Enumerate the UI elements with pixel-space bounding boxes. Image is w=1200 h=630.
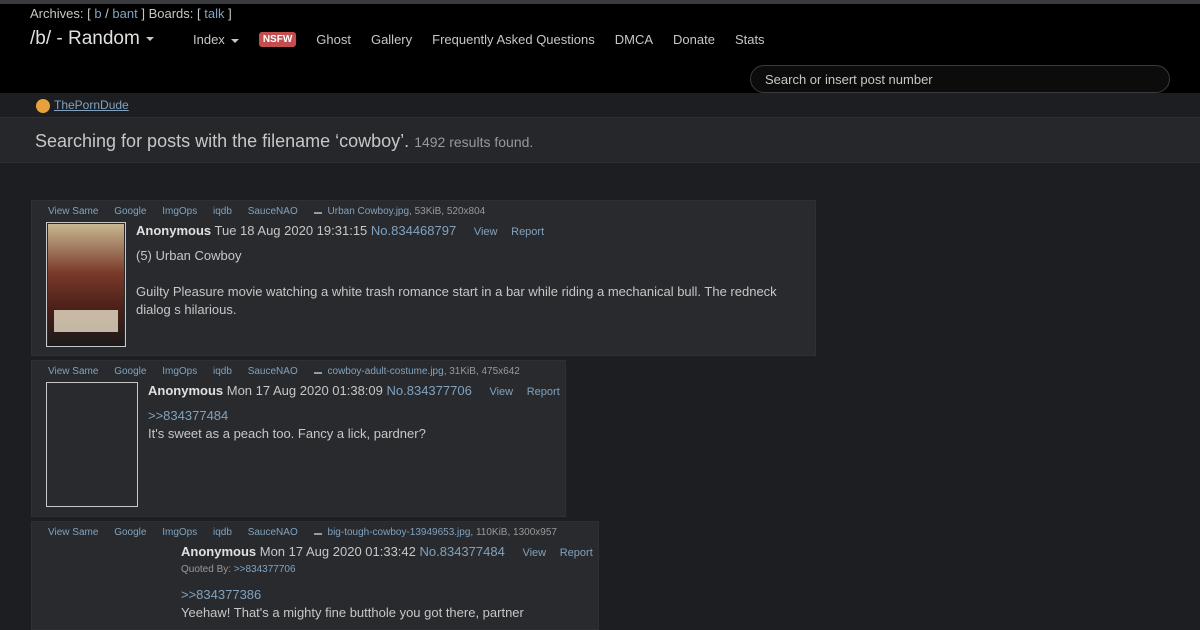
nav-menu: Index NSFW Ghost Gallery Frequently Aske…	[193, 32, 785, 47]
imgops-link[interactable]: ImgOps	[162, 206, 197, 217]
board-title: /b/ - Random	[30, 28, 140, 49]
nav-index-dropdown[interactable]: Index	[193, 32, 239, 47]
file-links: View Same Google ImgOps iqdb SauceNAO Ur…	[48, 206, 485, 217]
download-icon[interactable]	[313, 527, 322, 535]
post-date: Mon 17 Aug 2020 01:38:09	[226, 383, 383, 398]
post-info: Anonymous Tue 18 Aug 2020 19:31:15 No.83…	[136, 223, 544, 238]
archive-bant-link[interactable]: bant	[112, 6, 137, 21]
poster-name: Anonymous	[136, 223, 212, 238]
saucenao-link[interactable]: SauceNAO	[248, 206, 298, 217]
post-date: Mon 17 Aug 2020 01:33:42	[259, 544, 416, 559]
google-link[interactable]: Google	[114, 206, 146, 217]
search-input[interactable]	[750, 65, 1170, 93]
view-same-link[interactable]: View Same	[48, 206, 98, 217]
archive-b-link[interactable]: b	[94, 6, 101, 21]
post: View Same Google ImgOps iqdb SauceNAO co…	[31, 360, 566, 517]
view-link[interactable]: View	[489, 386, 513, 398]
view-same-link[interactable]: View Same	[48, 366, 98, 377]
nav-donate[interactable]: Donate	[673, 32, 715, 47]
nav-faq[interactable]: Frequently Asked Questions	[432, 32, 595, 47]
nav-ghost[interactable]: Ghost	[316, 32, 351, 47]
nav-stats[interactable]: Stats	[735, 32, 765, 47]
caret-down-icon	[230, 38, 239, 43]
sponsor-logo-icon	[36, 98, 50, 113]
google-link[interactable]: Google	[114, 527, 146, 538]
quote-link[interactable]: >>834377484	[148, 407, 548, 425]
saucenao-link[interactable]: SauceNAO	[248, 366, 298, 377]
report-link[interactable]: Report	[527, 386, 560, 398]
download-icon[interactable]	[313, 366, 322, 374]
file-info: , 110KiB, 1300x957	[470, 527, 557, 538]
file-info: , 53KiB, 520x804	[409, 206, 486, 217]
board-title-dropdown[interactable]: /b/ - Random	[30, 28, 154, 50]
quoted-by-link[interactable]: >>834377706	[234, 564, 296, 575]
file-info: , 31KiB, 475x642	[443, 366, 520, 377]
imgops-link[interactable]: ImgOps	[162, 527, 197, 538]
caret-down-icon	[145, 36, 154, 41]
search-results-header: Searching for posts with the filename ‘c…	[0, 117, 1200, 163]
imgops-link[interactable]: ImgOps	[162, 366, 197, 377]
file-name-link[interactable]: Urban Cowboy.jpg	[328, 206, 410, 217]
results-count: 1492 results found.	[414, 134, 534, 150]
post: View Same Google ImgOps iqdb SauceNAO bi…	[31, 521, 599, 630]
view-link[interactable]: View	[474, 226, 498, 238]
download-icon[interactable]	[313, 206, 322, 214]
post-body: (5) Urban Cowboy Guilty Pleasure movie w…	[136, 248, 777, 317]
file-links: View Same Google ImgOps iqdb SauceNAO bi…	[48, 527, 557, 538]
post-number-link[interactable]: No.834377484	[420, 544, 505, 559]
nav-gallery[interactable]: Gallery	[371, 32, 412, 47]
post: View Same Google ImgOps iqdb SauceNAO Ur…	[31, 200, 816, 356]
post-body: >>834377484 It's sweet as a peach too. F…	[148, 407, 548, 443]
post-number-link[interactable]: No.834468797	[371, 223, 456, 238]
file-links: View Same Google ImgOps iqdb SauceNAO co…	[48, 366, 520, 377]
post-body: >>834377386 Yeehaw! That's a mighty fine…	[181, 586, 591, 622]
google-link[interactable]: Google	[114, 366, 146, 377]
archives-line: Archives: [ b / bant ] Boards: [ talk ]	[30, 6, 232, 21]
iqdb-link[interactable]: iqdb	[213, 366, 232, 377]
nsfw-badge: NSFW	[258, 32, 297, 47]
iqdb-link[interactable]: iqdb	[213, 527, 232, 538]
saucenao-link[interactable]: SauceNAO	[248, 527, 298, 538]
poster-name: Anonymous	[181, 544, 257, 559]
file-name-link[interactable]: big-tough-cowboy-13949653.jpg	[328, 527, 471, 538]
search-message: Searching for posts with the filename ‘c…	[35, 131, 410, 151]
iqdb-link[interactable]: iqdb	[213, 206, 232, 217]
report-link[interactable]: Report	[560, 547, 593, 559]
post-info: Anonymous Mon 17 Aug 2020 01:33:42 No.83…	[181, 544, 593, 559]
quoted-by: Quoted By: >>834377706	[181, 564, 296, 575]
nav-dmca[interactable]: DMCA	[615, 32, 653, 47]
post-thumbnail[interactable]	[46, 222, 126, 347]
post-number-link[interactable]: No.834377706	[387, 383, 472, 398]
post-date: Tue 18 Aug 2020 19:31:15	[214, 223, 368, 238]
navbar: Archives: [ b / bant ] Boards: [ talk ] …	[0, 4, 1200, 93]
report-link[interactable]: Report	[511, 226, 544, 238]
board-talk-link[interactable]: talk	[204, 6, 224, 21]
movie-poster-image	[48, 224, 124, 346]
broken-image-thumbnail[interactable]	[46, 382, 138, 507]
sponsor-link[interactable]: ThePornDude	[36, 98, 129, 113]
view-same-link[interactable]: View Same	[48, 527, 98, 538]
view-link[interactable]: View	[522, 547, 546, 559]
post-info: Anonymous Mon 17 Aug 2020 01:38:09 No.83…	[148, 383, 560, 398]
file-name-link[interactable]: cowboy-adult-costume.jpg	[328, 366, 444, 377]
quote-link[interactable]: >>834377386	[181, 586, 591, 604]
poster-name: Anonymous	[148, 383, 224, 398]
